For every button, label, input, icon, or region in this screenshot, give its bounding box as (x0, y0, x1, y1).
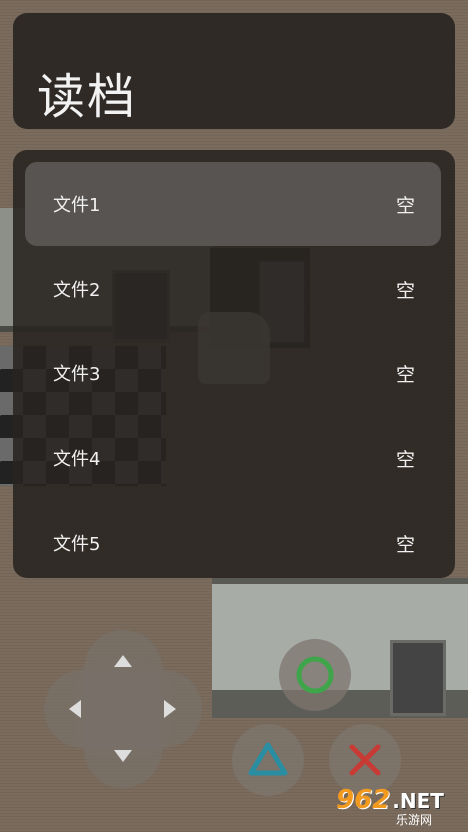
save-slot-list: 文件1 空 文件2 空 文件3 空 文件4 空 文件5 空 (13, 150, 455, 578)
page-title: 读档 (37, 69, 138, 125)
circle-button[interactable] (279, 639, 351, 711)
triangle-icon (248, 742, 288, 776)
save-slot-status: 空 (395, 448, 415, 471)
dpad-down-icon[interactable] (114, 750, 132, 762)
circle-icon (296, 656, 334, 694)
scene-door (390, 640, 446, 716)
dpad-right-icon[interactable] (164, 700, 176, 718)
save-slot-4[interactable]: 文件4 空 (25, 416, 441, 500)
save-slot-1[interactable]: 文件1 空 (25, 162, 441, 246)
dpad-up-icon[interactable] (114, 655, 132, 667)
save-slot-label: 文件5 (53, 534, 101, 555)
save-slot-label: 文件3 (53, 364, 101, 385)
watermark-number: 962 (336, 784, 391, 815)
dpad (44, 630, 202, 788)
save-slot-label: 文件4 (53, 449, 101, 470)
save-slot-2[interactable]: 文件2 空 (25, 247, 441, 331)
load-title-panel: 读档 (13, 13, 455, 129)
save-slot-status: 空 (395, 279, 415, 302)
site-watermark: 962 .NET 乐游网 (330, 784, 464, 828)
save-slot-5[interactable]: 文件5 空 (25, 501, 441, 585)
save-slot-status: 空 (395, 363, 415, 386)
save-slot-label: 文件2 (53, 280, 101, 301)
triangle-button[interactable] (232, 724, 304, 796)
save-slot-3[interactable]: 文件3 空 (25, 331, 441, 415)
watermark-sub: 乐游网 (396, 812, 433, 827)
watermark-suffix: .NET (392, 788, 444, 813)
save-slot-label: 文件1 (53, 195, 101, 216)
dpad-left-icon[interactable] (69, 700, 81, 718)
save-slot-status: 空 (395, 194, 415, 217)
save-slot-status: 空 (395, 533, 415, 556)
